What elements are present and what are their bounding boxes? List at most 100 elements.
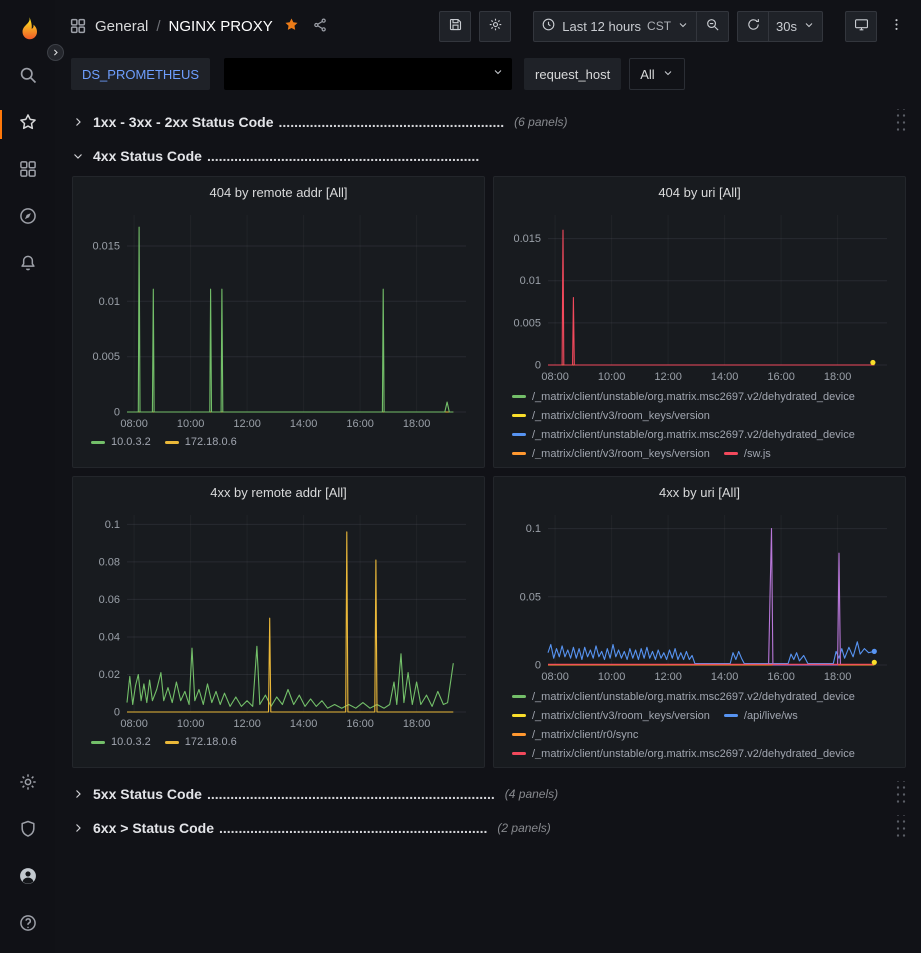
- legend-item[interactable]: /_matrix/client/r0/sync: [512, 727, 638, 742]
- svg-text:16:00: 16:00: [346, 718, 374, 730]
- svg-text:0.015: 0.015: [92, 241, 120, 253]
- svg-text:14:00: 14:00: [290, 718, 318, 730]
- svg-text:10:00: 10:00: [177, 418, 205, 430]
- legend-item[interactable]: 10.0.3.2: [91, 435, 151, 450]
- clock-icon: [541, 17, 556, 35]
- row-panel-count: (6 panels): [514, 115, 567, 129]
- panel-title[interactable]: 4xx by remote addr [All]: [81, 477, 476, 507]
- svg-text:08:00: 08:00: [541, 671, 569, 683]
- sidebar-item-explore[interactable]: [0, 195, 55, 242]
- row-5xx-status-code[interactable]: 5xx Status Code ........................…: [72, 780, 906, 808]
- panel-title[interactable]: 4xx by uri [All]: [502, 477, 897, 507]
- refresh-button[interactable]: [737, 11, 769, 42]
- panel-title[interactable]: 404 by uri [All]: [502, 177, 897, 207]
- breadcrumb-folder[interactable]: General: [95, 18, 148, 35]
- sidebar-item-help[interactable]: [0, 902, 55, 949]
- kiosk-mode-button[interactable]: [845, 11, 877, 42]
- chart-legend: 10.0.3.2 172.18.0.6: [81, 432, 476, 456]
- panel-title[interactable]: 404 by remote addr [All]: [81, 177, 476, 207]
- time-series-chart: 00.0050.010.01508:0010:0012:0014:0016:00…: [502, 207, 897, 385]
- sidebar-item-server-admin[interactable]: [0, 808, 55, 855]
- expand-sidebar-button[interactable]: [47, 44, 64, 61]
- legend-item[interactable]: /_matrix/client/v3/room_keys/version: [512, 708, 710, 723]
- sidebar-bottom-group: [0, 761, 55, 949]
- row-title-dots: ........................................…: [279, 114, 505, 130]
- sidebar-item-configuration[interactable]: [0, 761, 55, 808]
- sidebar-item-alerting[interactable]: [0, 242, 55, 289]
- svg-text:08:00: 08:00: [541, 371, 569, 383]
- sidebar-item-profile[interactable]: [0, 855, 55, 902]
- zoom-out-time-button[interactable]: [697, 11, 729, 42]
- time-controls: Last 12 hours CST: [533, 11, 729, 42]
- row-title: 1xx - 3xx - 2xx Status Code: [93, 114, 274, 130]
- legend-item[interactable]: /_matrix/client/unstable/org.matrix.msc2…: [512, 427, 855, 442]
- svg-text:0.005: 0.005: [92, 351, 120, 363]
- grafana-logo-icon[interactable]: [13, 14, 43, 44]
- favorite-star-button[interactable]: [281, 14, 302, 38]
- breadcrumb: General / NGINX PROXY: [69, 14, 330, 38]
- row-6xx-status-code[interactable]: 6xx > Status Code ......................…: [72, 814, 906, 842]
- time-series-chart: 00.050.108:0010:0012:0014:0016:0018:00: [502, 507, 897, 685]
- svg-text:0.015: 0.015: [513, 233, 541, 245]
- legend-item[interactable]: /sw.js: [724, 446, 771, 459]
- sidebar-item-dashboards[interactable]: [0, 148, 55, 195]
- star-icon: [18, 112, 38, 137]
- svg-text:08:00: 08:00: [120, 418, 148, 430]
- search-icon: [18, 65, 38, 90]
- dashboard-top-nav: General / NGINX PROXY Last 12 hours CS: [55, 0, 921, 52]
- row-drag-handle[interactable]: [894, 109, 906, 135]
- svg-text:0.1: 0.1: [105, 519, 120, 531]
- compass-icon: [18, 206, 38, 231]
- svg-text:12:00: 12:00: [233, 718, 261, 730]
- more-options-button[interactable]: [885, 11, 907, 42]
- time-range-picker[interactable]: Last 12 hours CST: [533, 11, 697, 42]
- kebab-menu-icon: [889, 17, 904, 35]
- svg-text:0.02: 0.02: [99, 669, 120, 681]
- chart-legend: /_matrix/client/unstable/org.matrix.msc2…: [502, 389, 897, 459]
- legend-item[interactable]: /_matrix/client/unstable/org.matrix.msc2…: [512, 689, 855, 704]
- gear-icon: [488, 17, 503, 35]
- svg-text:0.01: 0.01: [99, 296, 120, 308]
- svg-text:18:00: 18:00: [403, 418, 431, 430]
- svg-text:0: 0: [535, 360, 541, 372]
- row-1xx-3xx-2xx-status-code[interactable]: 1xx - 3xx - 2xx Status Code ............…: [72, 108, 906, 136]
- row-drag-handle[interactable]: [894, 815, 906, 841]
- legend-item[interactable]: /_matrix/client/unstable/org.matrix.msc2…: [512, 746, 855, 759]
- row-drag-handle[interactable]: [894, 781, 906, 807]
- sidebar-item-search[interactable]: [0, 54, 55, 101]
- chevron-down-icon: [803, 19, 815, 34]
- shield-icon: [18, 819, 38, 844]
- request-host-variable-dropdown[interactable]: All: [629, 58, 684, 90]
- datasource-variable-dropdown[interactable]: [224, 58, 512, 90]
- svg-text:0.005: 0.005: [513, 317, 541, 329]
- row-4xx-status-code[interactable]: 4xx Status Code ........................…: [72, 142, 906, 170]
- dashboard-content: 1xx - 3xx - 2xx Status Code ............…: [55, 96, 921, 953]
- share-dashboard-button[interactable]: [310, 15, 330, 38]
- legend-item[interactable]: 172.18.0.6: [165, 435, 237, 450]
- svg-text:0.01: 0.01: [520, 275, 541, 287]
- legend-item[interactable]: 10.0.3.2: [91, 735, 151, 750]
- timezone-label: CST: [647, 19, 671, 33]
- top-nav-actions: Last 12 hours CST 30s: [439, 11, 907, 42]
- chevron-down-icon: [72, 150, 84, 162]
- refresh-icon: [746, 17, 761, 35]
- svg-text:0.1: 0.1: [526, 523, 541, 535]
- svg-text:10:00: 10:00: [598, 371, 626, 383]
- refresh-interval-dropdown[interactable]: 30s: [769, 11, 823, 42]
- legend-item[interactable]: /_matrix/client/v3/room_keys/version: [512, 408, 710, 423]
- save-dashboard-button[interactable]: [439, 11, 471, 42]
- row-title: 5xx Status Code: [93, 786, 202, 802]
- legend-item[interactable]: /_matrix/client/unstable/org.matrix.msc2…: [512, 389, 855, 404]
- sidebar-item-starred[interactable]: [0, 101, 55, 148]
- dashboard-settings-button[interactable]: [479, 11, 511, 42]
- svg-text:14:00: 14:00: [290, 418, 318, 430]
- svg-text:10:00: 10:00: [598, 671, 626, 683]
- legend-item[interactable]: /api/live/ws: [724, 708, 798, 723]
- row-title-dots: ........................................…: [207, 786, 495, 802]
- legend-item[interactable]: /_matrix/client/v3/room_keys/version: [512, 446, 710, 459]
- help-icon: [18, 913, 38, 938]
- svg-text:18:00: 18:00: [824, 371, 852, 383]
- legend-item[interactable]: 172.18.0.6: [165, 735, 237, 750]
- svg-text:0.05: 0.05: [520, 591, 541, 603]
- row-panel-count: (4 panels): [505, 787, 558, 801]
